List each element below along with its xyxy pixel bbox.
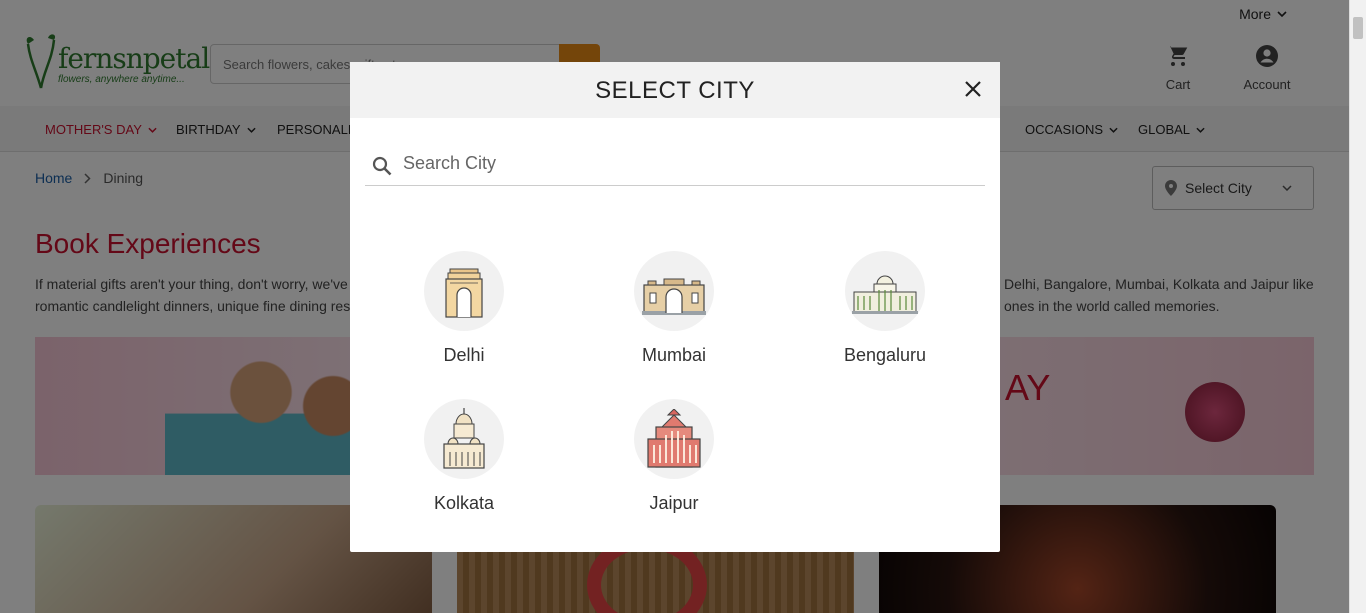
city-name: Delhi bbox=[443, 345, 485, 365]
city-icon-circle bbox=[634, 251, 714, 331]
close-icon[interactable] bbox=[960, 76, 986, 102]
city-option-jaipur[interactable]: Jaipur bbox=[609, 399, 739, 514]
city-name: Mumbai bbox=[641, 345, 707, 365]
city-search-input[interactable] bbox=[403, 148, 973, 178]
page-scrollbar[interactable] bbox=[1349, 0, 1366, 613]
city-search bbox=[365, 144, 985, 186]
city-name: Bengaluru bbox=[843, 345, 927, 365]
select-city-modal: SELECT CITY Delhi bbox=[350, 62, 1000, 552]
city-option-mumbai[interactable]: Mumbai bbox=[609, 251, 739, 366]
city-option-bengaluru[interactable]: Bengaluru bbox=[820, 251, 950, 366]
city-option-delhi[interactable]: Delhi bbox=[399, 251, 529, 366]
modal-header: SELECT CITY bbox=[350, 62, 1000, 118]
modal-title: SELECT CITY bbox=[595, 77, 755, 104]
scrollbar-thumb[interactable] bbox=[1353, 17, 1363, 39]
city-option-kolkata[interactable]: Kolkata bbox=[399, 399, 529, 514]
gateway-of-india-icon bbox=[642, 278, 706, 315]
city-icon-circle bbox=[634, 399, 714, 479]
hawa-mahal-icon bbox=[647, 409, 701, 468]
city-icon-circle bbox=[845, 251, 925, 331]
search-icon bbox=[372, 156, 392, 176]
city-icon-circle bbox=[424, 251, 504, 331]
city-name: Kolkata bbox=[433, 493, 495, 513]
city-name: Jaipur bbox=[649, 493, 699, 513]
india-gate-icon bbox=[445, 268, 483, 318]
vidhana-soudha-icon bbox=[852, 275, 918, 314]
city-icon-circle bbox=[424, 399, 504, 479]
victoria-memorial-icon bbox=[443, 408, 485, 469]
